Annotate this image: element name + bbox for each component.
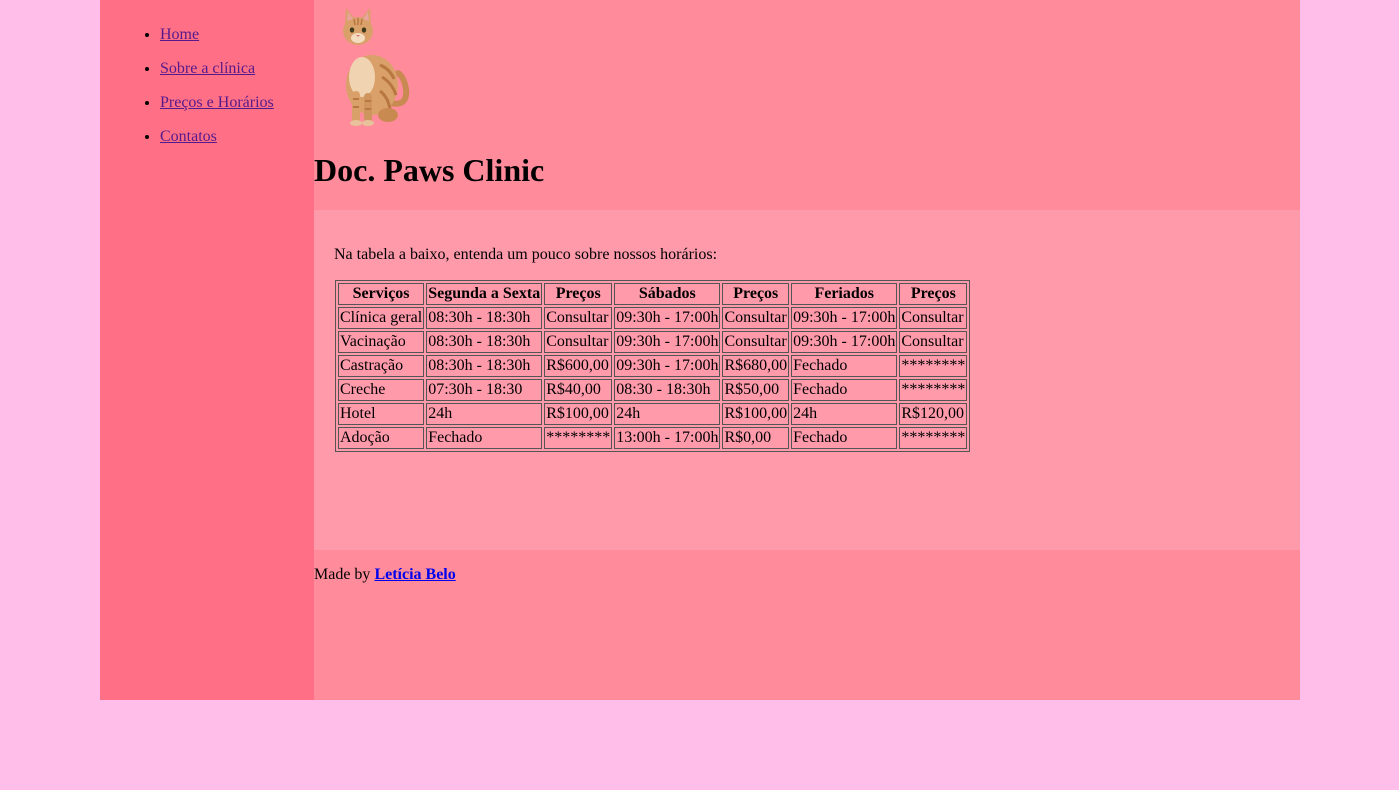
table-cell: 08:30 - 18:30h xyxy=(614,379,721,401)
table-cell: R$120,00 xyxy=(899,403,968,425)
table-cell: 07:30h - 18:30 xyxy=(426,379,543,401)
table-cell: ******** xyxy=(899,379,968,401)
table-cell: 09:30h - 17:00h xyxy=(614,331,721,353)
table-cell: Clínica geral xyxy=(338,307,425,329)
table-cell: Consultar xyxy=(544,331,613,353)
table-cell: Hotel xyxy=(338,403,425,425)
table-cell: 09:30h - 17:00h xyxy=(791,331,898,353)
table-cell: 24h xyxy=(426,403,543,425)
table-cell: 09:30h - 17:00h xyxy=(614,355,721,377)
table-cell: ******** xyxy=(899,355,968,377)
nav-item-about: Sobre a clínica xyxy=(160,59,274,93)
nav-item-contacts: Contatos xyxy=(160,127,274,161)
table-cell: Vacinação xyxy=(338,331,425,353)
table-cell: 24h xyxy=(614,403,721,425)
nav-link-prices[interactable]: Preços e Horários xyxy=(160,94,274,111)
table-cell: Fechado xyxy=(791,355,898,377)
footer-credit: Made by Letícia Belo xyxy=(314,565,456,585)
header-holidays: Feriados xyxy=(791,283,898,305)
table-row: Clínica geral 08:30h - 18:30h Consultar … xyxy=(338,307,968,329)
table-cell: Fechado xyxy=(426,427,543,449)
cat-logo-icon xyxy=(343,8,410,126)
site-title: Doc. Paws Clinic xyxy=(314,152,545,188)
table-cell: R$50,00 xyxy=(722,379,790,401)
table-cell: Castração xyxy=(338,355,425,377)
header-weekday-prices: Preços xyxy=(544,283,613,305)
table-cell: R$100,00 xyxy=(544,403,613,425)
main-content: Na tabela a baixo, entenda um pouco sobr… xyxy=(314,210,1300,550)
table-cell: 13:00h - 17:00h xyxy=(614,427,721,449)
nav-item-home: Home xyxy=(160,25,274,59)
nav-item-prices: Preços e Horários xyxy=(160,93,274,127)
table-cell: Fechado xyxy=(791,427,898,449)
schedule-table: Serviços Segunda a Sexta Preços Sábados … xyxy=(335,280,971,452)
table-cell: 08:30h - 18:30h xyxy=(426,307,543,329)
table-cell: ******** xyxy=(544,427,613,449)
table-row: Castração 08:30h - 18:30h R$600,00 09:30… xyxy=(338,355,968,377)
table-cell: Creche xyxy=(338,379,425,401)
table-cell: 08:30h - 18:30h xyxy=(426,331,543,353)
table-cell: R$600,00 xyxy=(544,355,613,377)
nav-list: Home Sobre a clínica Preços e Horários C… xyxy=(160,25,274,161)
table-cell: R$40,00 xyxy=(544,379,613,401)
author-link[interactable]: Letícia Belo xyxy=(374,566,455,583)
footer: Made by Letícia Belo xyxy=(314,550,1300,700)
table-cell: Fechado xyxy=(791,379,898,401)
table-body: Clínica geral 08:30h - 18:30h Consultar … xyxy=(338,307,968,449)
table-cell: Consultar xyxy=(722,307,790,329)
table-cell: Consultar xyxy=(899,307,968,329)
sidebar: Home Sobre a clínica Preços e Horários C… xyxy=(100,0,314,700)
table-cell: Consultar xyxy=(899,331,968,353)
header: Doc. Paws Clinic xyxy=(314,0,1300,210)
table-cell: ******** xyxy=(899,427,968,449)
table-head: Serviços Segunda a Sexta Preços Sábados … xyxy=(338,283,968,305)
table-cell: R$680,00 xyxy=(722,355,790,377)
table-row: Adoção Fechado ******** 13:00h - 17:00h … xyxy=(338,427,968,449)
header-weekdays: Segunda a Sexta xyxy=(426,283,543,305)
table-cell: Adoção xyxy=(338,427,425,449)
header-saturday-prices: Preços xyxy=(722,283,790,305)
header-holiday-prices: Preços xyxy=(899,283,968,305)
header-services: Serviços xyxy=(338,283,425,305)
footer-prefix: Made by xyxy=(314,566,371,583)
table-cell: 09:30h - 17:00h xyxy=(791,307,898,329)
table-row: Creche 07:30h - 18:30 R$40,00 08:30 - 18… xyxy=(338,379,968,401)
page-wrapper: Home Sobre a clínica Preços e Horários C… xyxy=(100,0,1300,700)
table-cell: Consultar xyxy=(544,307,613,329)
table-cell: 08:30h - 18:30h xyxy=(426,355,543,377)
table-cell: R$100,00 xyxy=(722,403,790,425)
intro-text: Na tabela a baixo, entenda um pouco sobr… xyxy=(334,246,718,263)
nav-link-about[interactable]: Sobre a clínica xyxy=(160,60,255,77)
table-row: Vacinação 08:30h - 18:30h Consultar 09:3… xyxy=(338,331,968,353)
header-saturdays: Sábados xyxy=(614,283,721,305)
table-cell: Consultar xyxy=(722,331,790,353)
table-cell: R$0,00 xyxy=(722,427,790,449)
table-cell: 24h xyxy=(791,403,898,425)
table-cell: 09:30h - 17:00h xyxy=(614,307,721,329)
table-row: Hotel 24h R$100,00 24h R$100,00 24h R$12… xyxy=(338,403,968,425)
table-header-row: Serviços Segunda a Sexta Preços Sábados … xyxy=(338,283,968,305)
nav-link-contacts[interactable]: Contatos xyxy=(160,128,217,145)
nav-link-home[interactable]: Home xyxy=(160,26,199,43)
